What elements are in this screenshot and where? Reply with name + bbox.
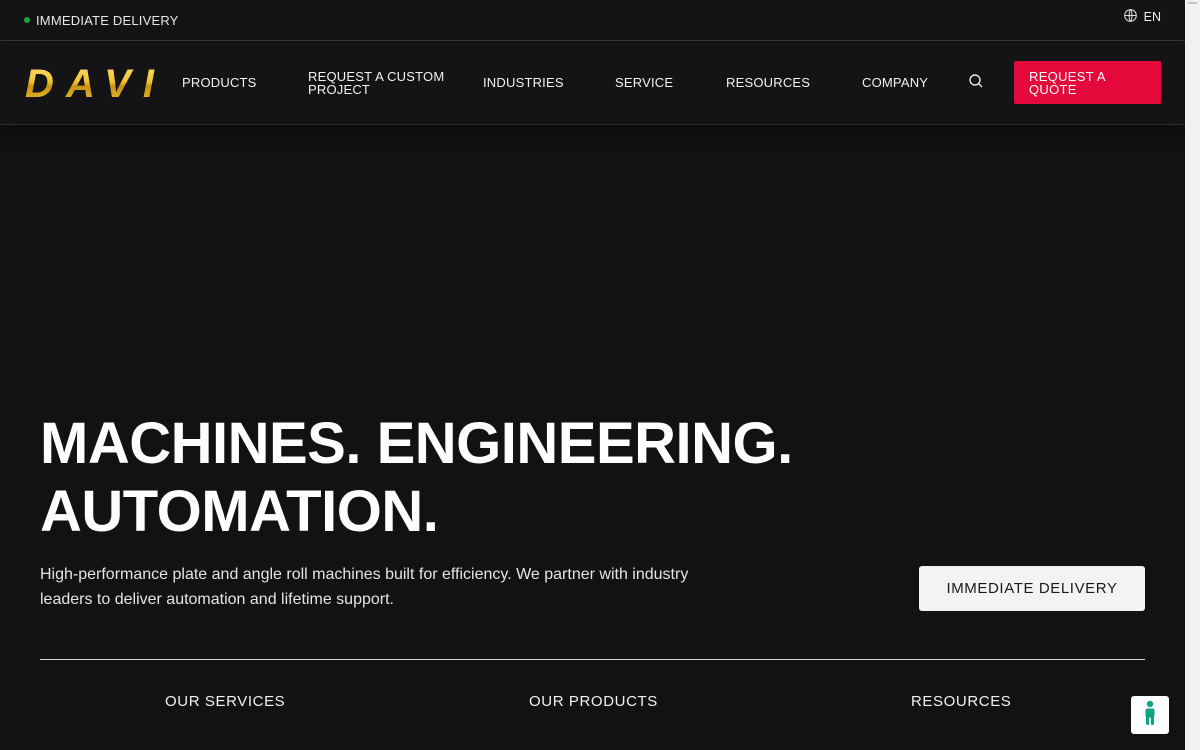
hero-title-line2: AUTOMATION.: [40, 479, 439, 544]
nav-request-custom-project[interactable]: REQUEST A CUSTOM PROJECT: [308, 70, 448, 96]
hero-title-line1: MACHINES. ENGINEERING.: [40, 411, 793, 476]
language-selector[interactable]: EN: [1123, 8, 1161, 26]
nav-company[interactable]: COMPANY: [862, 76, 928, 89]
scrollbar-track[interactable]: [1185, 0, 1200, 750]
search-icon[interactable]: [968, 73, 984, 89]
top-utility-bar: IMMEDIATE DELIVERY EN: [0, 0, 1185, 41]
language-label: EN: [1143, 10, 1161, 24]
status-dot-icon: [24, 17, 30, 23]
main-header: DAVI PRODUCTS REQUEST A CUSTOM PROJECT I…: [0, 42, 1185, 125]
our-products-link[interactable]: OUR PRODUCTS: [529, 693, 658, 710]
globe-icon: [1123, 8, 1138, 26]
immediate-delivery-label: IMMEDIATE DELIVERY: [36, 12, 179, 28]
nav-service[interactable]: SERVICE: [615, 76, 673, 89]
section-divider: [40, 659, 1145, 660]
nav-resources[interactable]: RESOURCES: [726, 76, 810, 89]
nav-industries[interactable]: INDUSTRIES: [483, 76, 564, 89]
accessibility-icon: [1143, 700, 1157, 731]
request-quote-button[interactable]: REQUEST A QUOTE: [1014, 61, 1161, 104]
accessibility-button[interactable]: [1131, 696, 1169, 734]
page: IMMEDIATE DELIVERY EN DAVI PRODUCTS REQU…: [0, 0, 1200, 750]
davi-logo[interactable]: DAVI: [23, 62, 156, 106]
hero-title: MACHINES. ENGINEERING. AUTOMATION.: [40, 410, 840, 546]
nav-products[interactable]: PRODUCTS: [182, 76, 257, 89]
scrollbar-thumb[interactable]: [1188, 2, 1197, 4]
our-services-link[interactable]: OUR SERVICES: [165, 693, 285, 710]
immediate-delivery-button[interactable]: IMMEDIATE DELIVERY: [919, 566, 1145, 611]
svg-text:DAVI: DAVI: [25, 66, 155, 100]
hero-description: High-performance plate and angle roll ma…: [40, 566, 689, 608]
resources-link[interactable]: RESOURCES: [911, 693, 1011, 710]
immediate-delivery-link[interactable]: IMMEDIATE DELIVERY: [24, 13, 179, 28]
